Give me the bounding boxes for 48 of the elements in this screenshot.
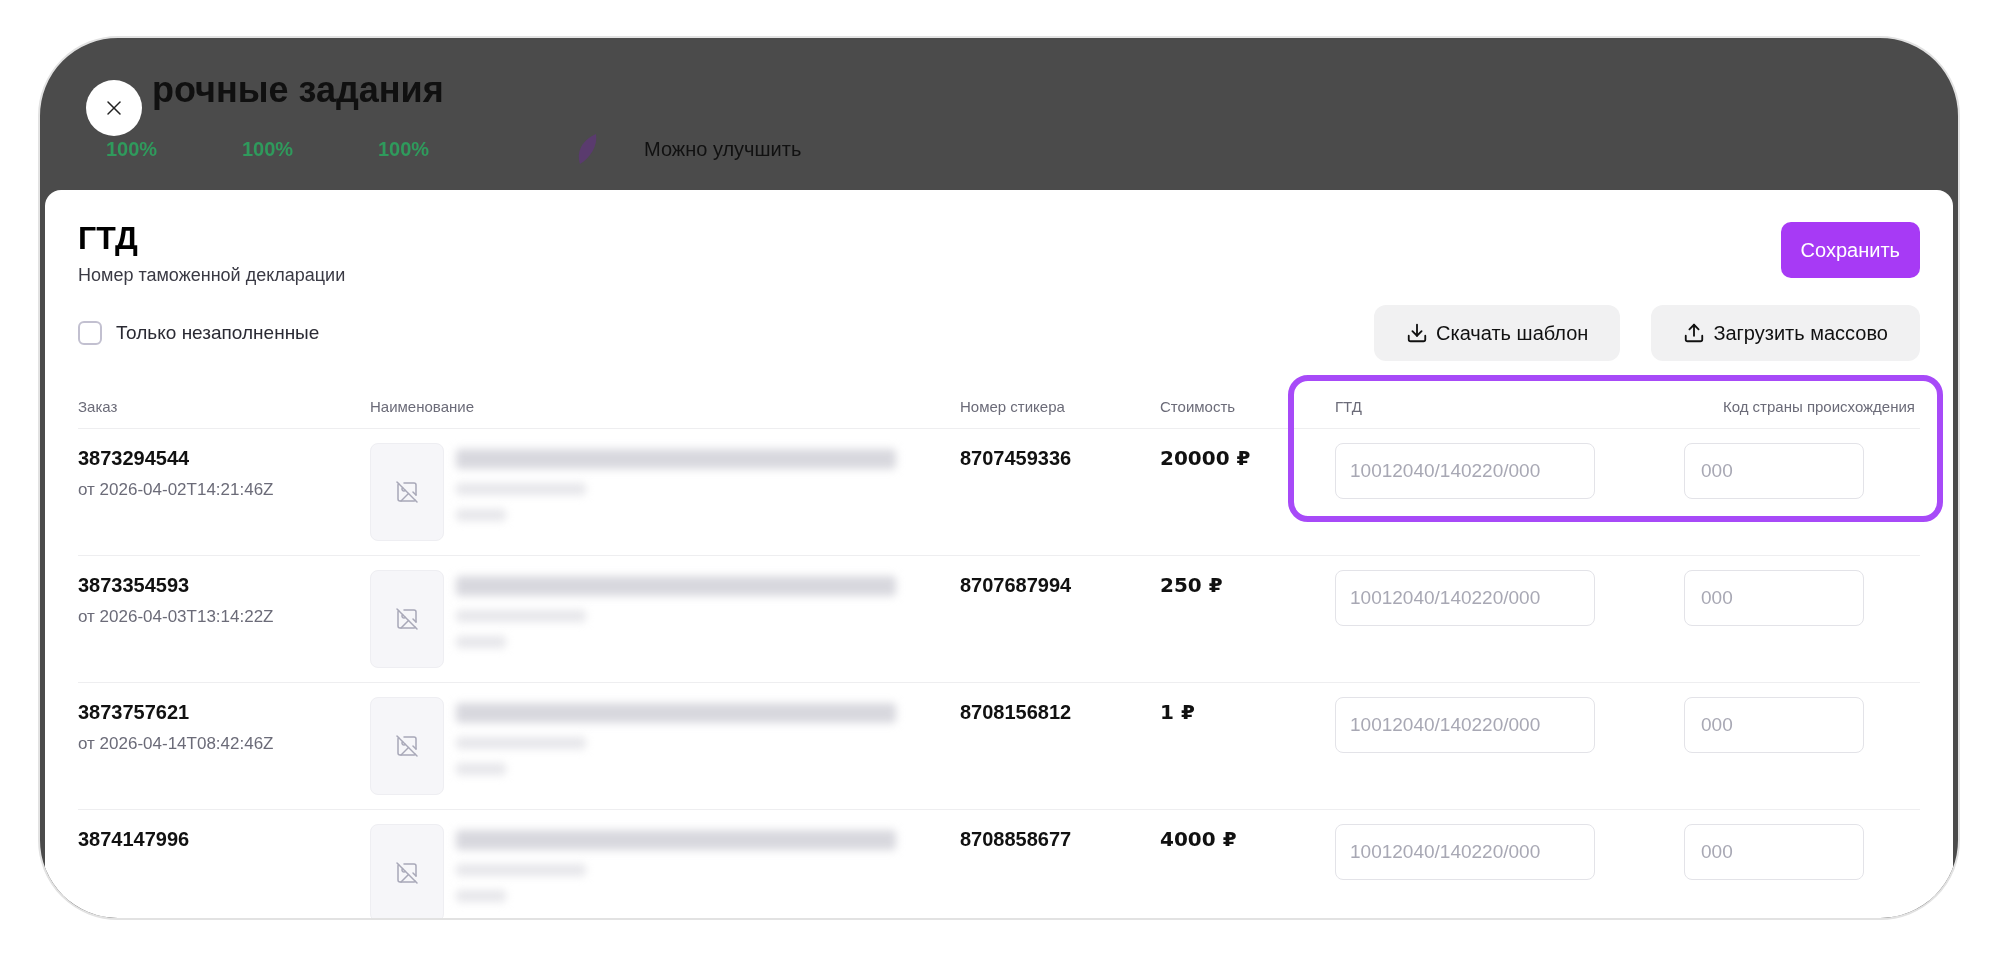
order-number: 3873757621: [78, 700, 191, 725]
sticker-number: 8708858677: [960, 827, 1073, 852]
no-image-icon: [395, 861, 419, 885]
checkbox-label: Только незаполненные: [116, 320, 320, 345]
notice-text: Можно улучшить: [644, 137, 802, 162]
country-code-input[interactable]: 000: [1684, 697, 1864, 753]
order-date: от 2026-04-03T13:14:22Z: [78, 606, 275, 628]
column-header: Наименование: [370, 397, 475, 418]
sticker-number: 8707687994: [960, 573, 1073, 598]
country-code-input[interactable]: 000: [1684, 570, 1864, 626]
column-header: Заказ: [78, 397, 119, 418]
no-image-icon: [395, 480, 419, 504]
sticker-number: 8708156812: [960, 700, 1073, 725]
stat-value: 100%: [378, 137, 431, 162]
price: 20000 ₽: [1160, 445, 1252, 472]
order-date: от 2026-04-02T14:21:46Z: [78, 479, 275, 501]
order-date: от 2026-04-14T08:42:46Z: [78, 733, 275, 755]
order-number: 3873294544: [78, 446, 191, 471]
no-image-icon: [395, 734, 419, 758]
modal-subtitle: Номер таможенной декларации: [78, 264, 346, 287]
price: 250 ₽: [1160, 572, 1224, 599]
upload-icon: [1683, 322, 1706, 344]
page-title: рочные задания: [152, 68, 444, 112]
column-header: ГТД: [1334, 397, 1363, 418]
column-header: Стоимость: [1160, 397, 1237, 418]
download-icon: [1406, 322, 1429, 344]
column-header: Номер стикера: [960, 397, 1066, 418]
no-image-icon: [395, 607, 419, 631]
action-button[interactable]: Скачать шаблон: [1374, 305, 1621, 361]
column-header: Код страны происхождения: [1722, 397, 1916, 418]
close-button[interactable]: [86, 80, 142, 136]
country-code-input[interactable]: 000: [1684, 443, 1864, 499]
sticker-number: 8707459336: [960, 446, 1073, 471]
price: 4000 ₽: [1160, 826, 1238, 853]
checkbox[interactable]: [78, 321, 102, 345]
country-code-input[interactable]: 000: [1684, 824, 1864, 880]
action-button[interactable]: Загрузить массово: [1651, 305, 1920, 361]
gtd-input[interactable]: 10012040/140220/000: [1335, 443, 1595, 499]
stat-value: 100%: [242, 137, 295, 162]
stat-value: 100%: [106, 137, 159, 162]
gtd-input[interactable]: 10012040/140220/000: [1335, 697, 1595, 753]
gtd-input[interactable]: 10012040/140220/000: [1335, 824, 1595, 880]
gtd-input[interactable]: 10012040/140220/000: [1335, 570, 1595, 626]
order-number: 3874147996: [78, 827, 191, 852]
save-button[interactable]: Сохранить: [1780, 222, 1920, 278]
modal-title: ГТД: [78, 219, 139, 258]
price: 1 ₽: [1160, 699, 1196, 726]
order-number: 3873354593: [78, 573, 191, 598]
